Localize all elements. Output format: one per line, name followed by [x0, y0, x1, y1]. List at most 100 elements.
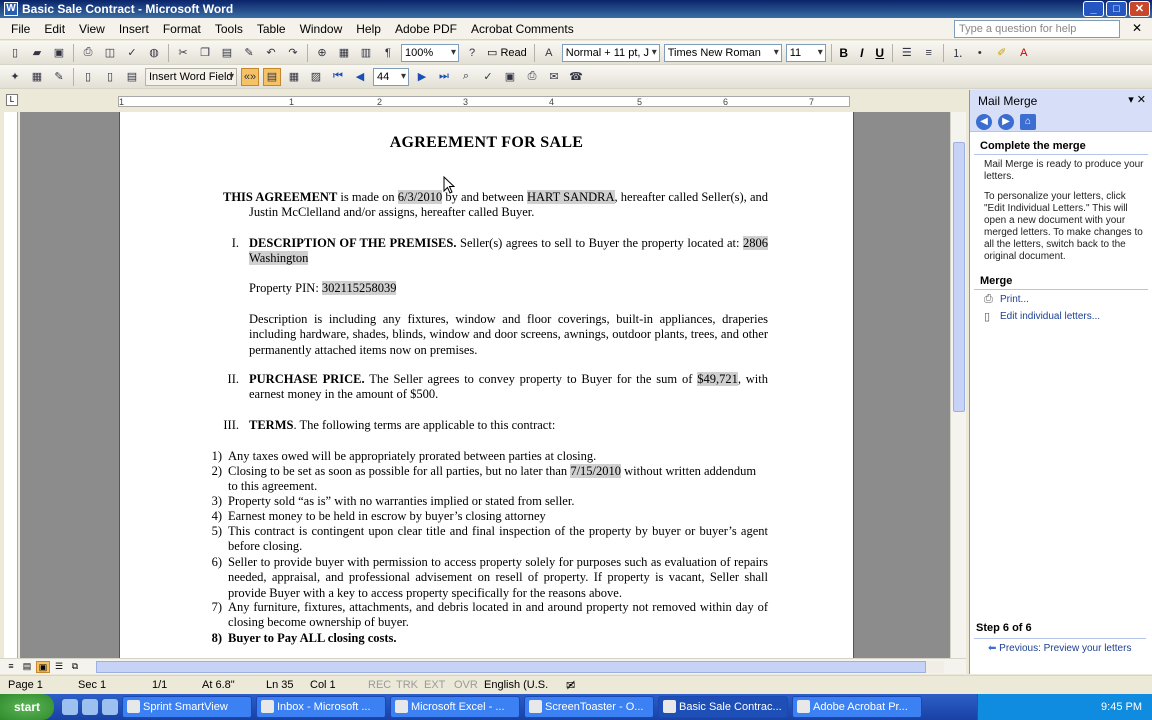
taskbar-item[interactable]: Adobe Acrobat Pr... — [792, 696, 922, 718]
status-ext[interactable]: EXT — [424, 679, 445, 691]
media-icon[interactable] — [102, 699, 118, 715]
font-select[interactable]: Times New Roman — [663, 43, 782, 62]
merge-to-email-icon[interactable]: ✉ — [545, 68, 563, 86]
task-pane-controls[interactable]: ▾ ✕ — [1128, 93, 1146, 106]
find-entry-icon[interactable]: ⌕ — [457, 68, 475, 86]
view-merged-data-icon[interactable]: «» — [241, 67, 259, 86]
propagate-labels-icon[interactable]: ▨ — [307, 68, 325, 86]
print-layout-icon[interactable]: ▣ — [36, 660, 50, 673]
last-record-icon[interactable]: ⏭ — [435, 68, 453, 86]
status-rec[interactable]: REC — [368, 679, 391, 691]
merge-to-printer-icon[interactable]: ⎙ — [523, 68, 541, 86]
browser-icon[interactable] — [82, 699, 98, 715]
spelling-status-icon[interactable]: ✉̸ — [566, 679, 575, 692]
help-question-input[interactable]: Type a question for help — [954, 20, 1120, 38]
insert-merge-fields-icon[interactable]: ▤ — [123, 68, 141, 86]
forward-icon[interactable]: ▶ — [998, 113, 1014, 130]
taskbar-item[interactable]: Sprint SmartView — [122, 696, 252, 718]
open-data-source-icon[interactable]: ▦ — [28, 68, 46, 86]
highlight-icon[interactable]: ✐ — [993, 44, 1011, 62]
normal-view-icon[interactable]: ≡ — [4, 661, 18, 673]
outline-view-icon[interactable]: ☰ — [52, 661, 66, 673]
web-layout-icon[interactable]: ▤ — [20, 661, 34, 673]
redo-icon[interactable]: ↷ — [284, 44, 302, 62]
check-errors-icon[interactable]: ✓ — [479, 68, 497, 86]
minimize-button[interactable]: _ — [1083, 1, 1104, 17]
menu-insert[interactable]: Insert — [112, 22, 156, 36]
menu-window[interactable]: Window — [293, 22, 350, 36]
close-document-icon[interactable]: ✕ — [1132, 21, 1142, 35]
center-icon[interactable]: ≡ — [920, 44, 938, 62]
horizontal-scroll-thumb[interactable] — [96, 661, 926, 673]
document-area[interactable]: AGREEMENT FOR SALE THIS AGREEMENT is mad… — [20, 112, 950, 658]
cut-icon[interactable]: ✂ — [174, 44, 192, 62]
numbering-icon[interactable]: ⒈ — [949, 44, 967, 62]
start-button[interactable]: start — [0, 694, 54, 720]
horizontal-scrollbar[interactable] — [96, 661, 944, 673]
next-record-icon[interactable]: ▶ — [413, 68, 431, 86]
match-fields-icon[interactable]: ▦ — [285, 68, 303, 86]
menu-view[interactable]: View — [72, 22, 112, 36]
home-icon[interactable]: ⌂ — [1020, 113, 1036, 130]
vertical-scroll-thumb[interactable] — [953, 142, 965, 412]
merge-to-fax-icon[interactable]: ☎ — [567, 68, 585, 86]
clock[interactable]: 9:45 PM — [1101, 701, 1142, 713]
research-icon[interactable]: ◍ — [145, 44, 163, 62]
font-color-icon[interactable]: A — [1015, 44, 1033, 62]
taskbar-item[interactable]: ScreenToaster - O... — [524, 696, 654, 718]
main-document-setup-icon[interactable]: ✦ — [6, 68, 24, 86]
menu-adobe-pdf[interactable]: Adobe PDF — [388, 22, 464, 36]
hyperlink-icon[interactable]: ⊕ — [313, 44, 331, 62]
show-desktop-icon[interactable] — [62, 699, 78, 715]
back-icon[interactable]: ◀ — [976, 113, 992, 130]
horizontal-ruler[interactable]: 1 1 2 3 4 5 6 7 — [118, 96, 850, 107]
menu-format[interactable]: Format — [156, 22, 208, 36]
insert-word-field-button[interactable]: Insert Word Field — [145, 67, 237, 86]
bold-icon[interactable]: B — [835, 46, 853, 60]
previous-record-icon[interactable]: ◀ — [351, 68, 369, 86]
open-icon[interactable]: ▰ — [28, 44, 46, 62]
first-record-icon[interactable]: ⏮ — [329, 68, 347, 86]
mail-merge-recipients-icon[interactable]: ✎ — [50, 68, 68, 86]
highlight-merge-fields-icon[interactable]: ▤ — [263, 67, 281, 86]
read-button[interactable]: ▭ Read — [487, 46, 527, 59]
status-trk[interactable]: TRK — [396, 679, 418, 691]
document-page[interactable]: AGREEMENT FOR SALE THIS AGREEMENT is mad… — [119, 112, 854, 658]
status-ovr[interactable]: OVR — [454, 679, 478, 691]
zoom-select[interactable]: 100% — [401, 43, 459, 62]
print-preview-icon[interactable]: ◫ — [101, 44, 119, 62]
previous-step-link[interactable]: ⬅ Previous: Preview your letters — [988, 643, 1131, 654]
taskbar-item-active[interactable]: Basic Sale Contrac... — [658, 696, 788, 718]
save-icon[interactable]: ▣ — [50, 44, 68, 62]
menu-acrobat-comments[interactable]: Acrobat Comments — [464, 22, 581, 36]
vertical-scrollbar[interactable] — [950, 112, 966, 658]
copy-icon[interactable]: ❐ — [196, 44, 214, 62]
new-document-icon[interactable]: ▯ — [6, 44, 24, 62]
go-to-record-input[interactable]: 44 — [373, 67, 409, 86]
print-icon[interactable]: ⎙ — [79, 44, 97, 62]
format-painter-icon[interactable]: ✎ — [240, 44, 258, 62]
menu-file[interactable]: File — [4, 22, 37, 36]
merge-to-new-document-icon[interactable]: ▣ — [501, 68, 519, 86]
font-size-select[interactable]: 11 — [785, 43, 826, 62]
style-select[interactable]: Normal + 11 pt, J — [561, 43, 660, 62]
styles-icon[interactable]: A — [540, 44, 558, 62]
vertical-ruler[interactable] — [4, 112, 18, 658]
taskbar-item[interactable]: Inbox - Microsoft ... — [256, 696, 386, 718]
spelling-icon[interactable]: ✓ — [123, 44, 141, 62]
insert-table-icon[interactable]: ▥ — [357, 44, 375, 62]
edit-individual-letters-link[interactable]: ▯ Edit individual letters... — [970, 307, 1152, 324]
paste-icon[interactable]: ▤ — [218, 44, 236, 62]
underline-icon[interactable]: U — [871, 46, 889, 60]
reading-layout-icon[interactable]: ⧉ — [68, 661, 82, 673]
insert-address-block-icon[interactable]: ▯ — [79, 68, 97, 86]
menu-edit[interactable]: Edit — [37, 22, 72, 36]
insert-greeting-line-icon[interactable]: ▯ — [101, 68, 119, 86]
italic-icon[interactable]: I — [853, 46, 871, 60]
tab-selector[interactable]: L — [6, 94, 18, 106]
undo-icon[interactable]: ↶ — [262, 44, 280, 62]
bullets-icon[interactable]: • — [971, 44, 989, 62]
menu-help[interactable]: Help — [349, 22, 388, 36]
help-icon[interactable]: ? — [463, 44, 481, 62]
print-link[interactable]: ⎙ Print... — [970, 290, 1152, 307]
